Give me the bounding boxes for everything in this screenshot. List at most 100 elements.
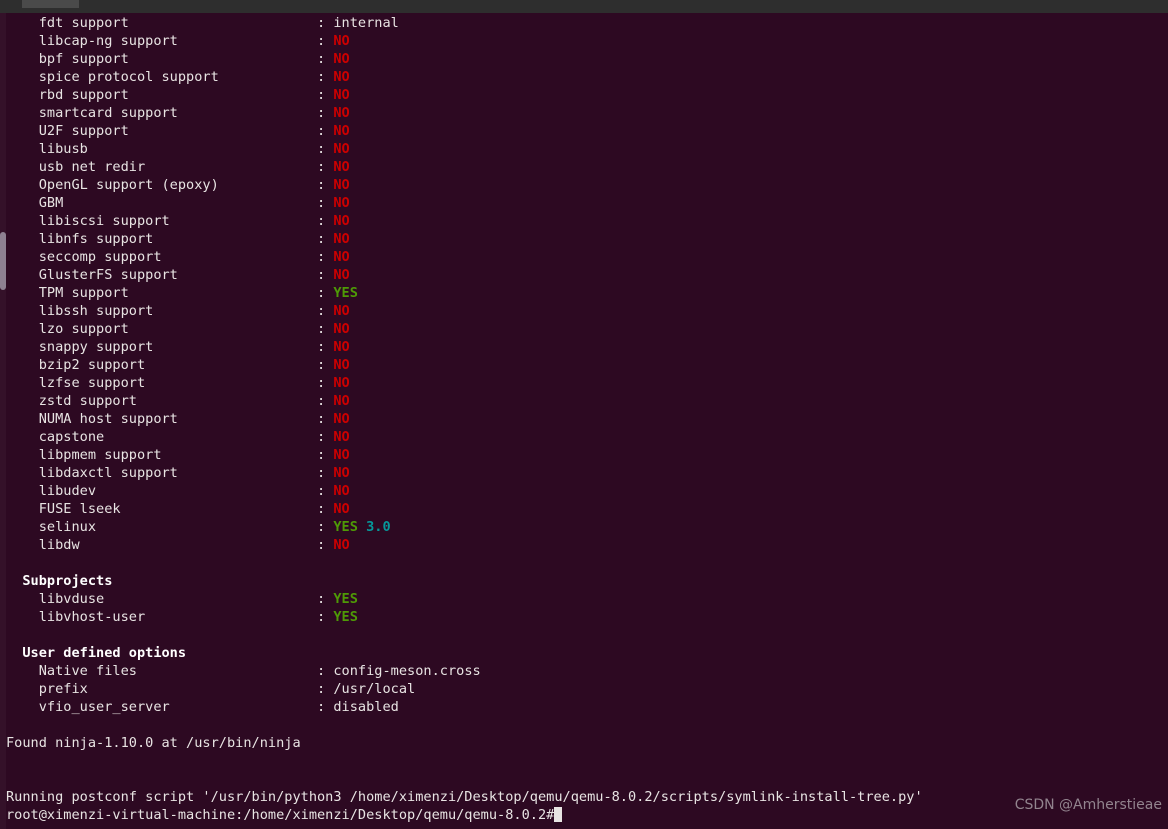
row-label: libpmem support <box>6 447 317 463</box>
row-separator: : <box>317 249 334 265</box>
shell-prompt: root@ximenzi-virtual-machine:/home/ximen… <box>6 806 1168 824</box>
row-separator: : <box>317 501 334 517</box>
row-separator: : <box>317 51 334 67</box>
row-label: FUSE lseek <box>6 501 317 517</box>
terminal-tab[interactable] <box>22 0 79 8</box>
row-label: TPM support <box>6 285 317 301</box>
row-value: disabled <box>333 699 399 715</box>
output-row: libvhost-user : YES <box>6 608 1168 626</box>
output-row: NUMA host support : NO <box>6 410 1168 428</box>
row-label: zstd support <box>6 393 317 409</box>
row-value: NO <box>333 159 350 175</box>
row-value: NO <box>333 177 350 193</box>
row-value: NO <box>333 321 350 337</box>
row-value: NO <box>333 429 350 445</box>
row-value: NO <box>333 393 350 409</box>
row-separator: : <box>317 69 334 85</box>
row-label: Native files <box>6 663 317 679</box>
output-row: libnfs support : NO <box>6 230 1168 248</box>
row-value: NO <box>333 123 350 139</box>
row-value: NO <box>333 249 350 265</box>
row-value: NO <box>333 537 350 553</box>
row-separator: : <box>317 339 334 355</box>
output-row: libssh support : NO <box>6 302 1168 320</box>
row-label: libnfs support <box>6 231 317 247</box>
row-separator: : <box>317 123 334 139</box>
row-value: NO <box>333 87 350 103</box>
output-row: GlusterFS support : NO <box>6 266 1168 284</box>
row-label: libdw <box>6 537 317 553</box>
row-label: libudev <box>6 483 317 499</box>
terminal-window: mpath support : fdt support : internal l… <box>0 0 1168 829</box>
output-row: libudev : NO <box>6 482 1168 500</box>
row-separator: : <box>317 591 334 607</box>
output-row: U2F support : NO <box>6 122 1168 140</box>
row-value: NO <box>333 33 350 49</box>
output-row: libdaxctl support : NO <box>6 464 1168 482</box>
row-separator: : <box>317 537 334 553</box>
row-value: YES <box>333 519 358 535</box>
section-heading: Subprojects <box>6 572 1168 590</box>
row-value: NO <box>333 357 350 373</box>
output-row: GBM : NO <box>6 194 1168 212</box>
row-separator: : <box>317 429 334 445</box>
row-spacer <box>358 519 366 535</box>
terminal-surface[interactable]: mpath support : fdt support : internal l… <box>0 13 1168 829</box>
row-value: NO <box>333 213 350 229</box>
row-label: libssh support <box>6 303 317 319</box>
row-separator: : <box>317 465 334 481</box>
row-label: libdaxctl support <box>6 465 317 481</box>
row-separator: : <box>317 267 334 283</box>
row-label: bpf support <box>6 51 317 67</box>
row-separator: : <box>317 15 334 31</box>
row-separator: : <box>317 321 334 337</box>
row-separator: : <box>317 231 334 247</box>
terminal-output: mpath support : fdt support : internal l… <box>6 13 1168 824</box>
row-label: usb net redir <box>6 159 317 175</box>
output-row: smartcard support : NO <box>6 104 1168 122</box>
row-separator: : <box>317 33 334 49</box>
row-separator: : <box>317 303 334 319</box>
row-label: vfio_user_server <box>6 699 317 715</box>
row-label: libvhost-user <box>6 609 317 625</box>
section-heading-label: Subprojects <box>6 573 113 589</box>
output-row: seccomp support : NO <box>6 248 1168 266</box>
output-row: libusb : NO <box>6 140 1168 158</box>
terminal-cursor <box>554 807 563 822</box>
output-row: prefix : /usr/local <box>6 680 1168 698</box>
row-separator: : <box>317 357 334 373</box>
row-label: lzo support <box>6 321 317 337</box>
row-label: NUMA host support <box>6 411 317 427</box>
row-value: NO <box>333 411 350 427</box>
row-separator: : <box>317 447 334 463</box>
row-separator: : <box>317 177 334 193</box>
output-row: libiscsi support : NO <box>6 212 1168 230</box>
window-titlebar[interactable] <box>0 0 1168 13</box>
row-value: /usr/local <box>333 681 416 697</box>
section-heading: User defined options <box>6 644 1168 662</box>
message-text: Found ninja-1.10.0 at /usr/bin/ninja <box>6 735 301 751</box>
row-value: internal <box>333 15 399 31</box>
row-label: selinux <box>6 519 317 535</box>
output-row: bpf support : NO <box>6 50 1168 68</box>
row-value: NO <box>333 465 350 481</box>
row-label: libvduse <box>6 591 317 607</box>
row-label: fdt support <box>6 15 317 31</box>
row-value: NO <box>333 483 350 499</box>
output-row: libdw : NO <box>6 536 1168 554</box>
row-extra-value: 3.0 <box>366 519 391 535</box>
output-row: capstone : NO <box>6 428 1168 446</box>
row-value: NO <box>333 339 350 355</box>
output-row: lzo support : NO <box>6 320 1168 338</box>
row-label: prefix <box>6 681 317 697</box>
row-label: bzip2 support <box>6 357 317 373</box>
row-value: NO <box>333 375 350 391</box>
postconf-message: Running postconf script '/usr/bin/python… <box>6 788 1168 806</box>
row-value: NO <box>333 51 350 67</box>
row-separator: : <box>317 609 334 625</box>
row-separator: : <box>317 663 334 679</box>
row-label: OpenGL support (epoxy) <box>6 177 317 193</box>
row-value: NO <box>333 267 350 283</box>
